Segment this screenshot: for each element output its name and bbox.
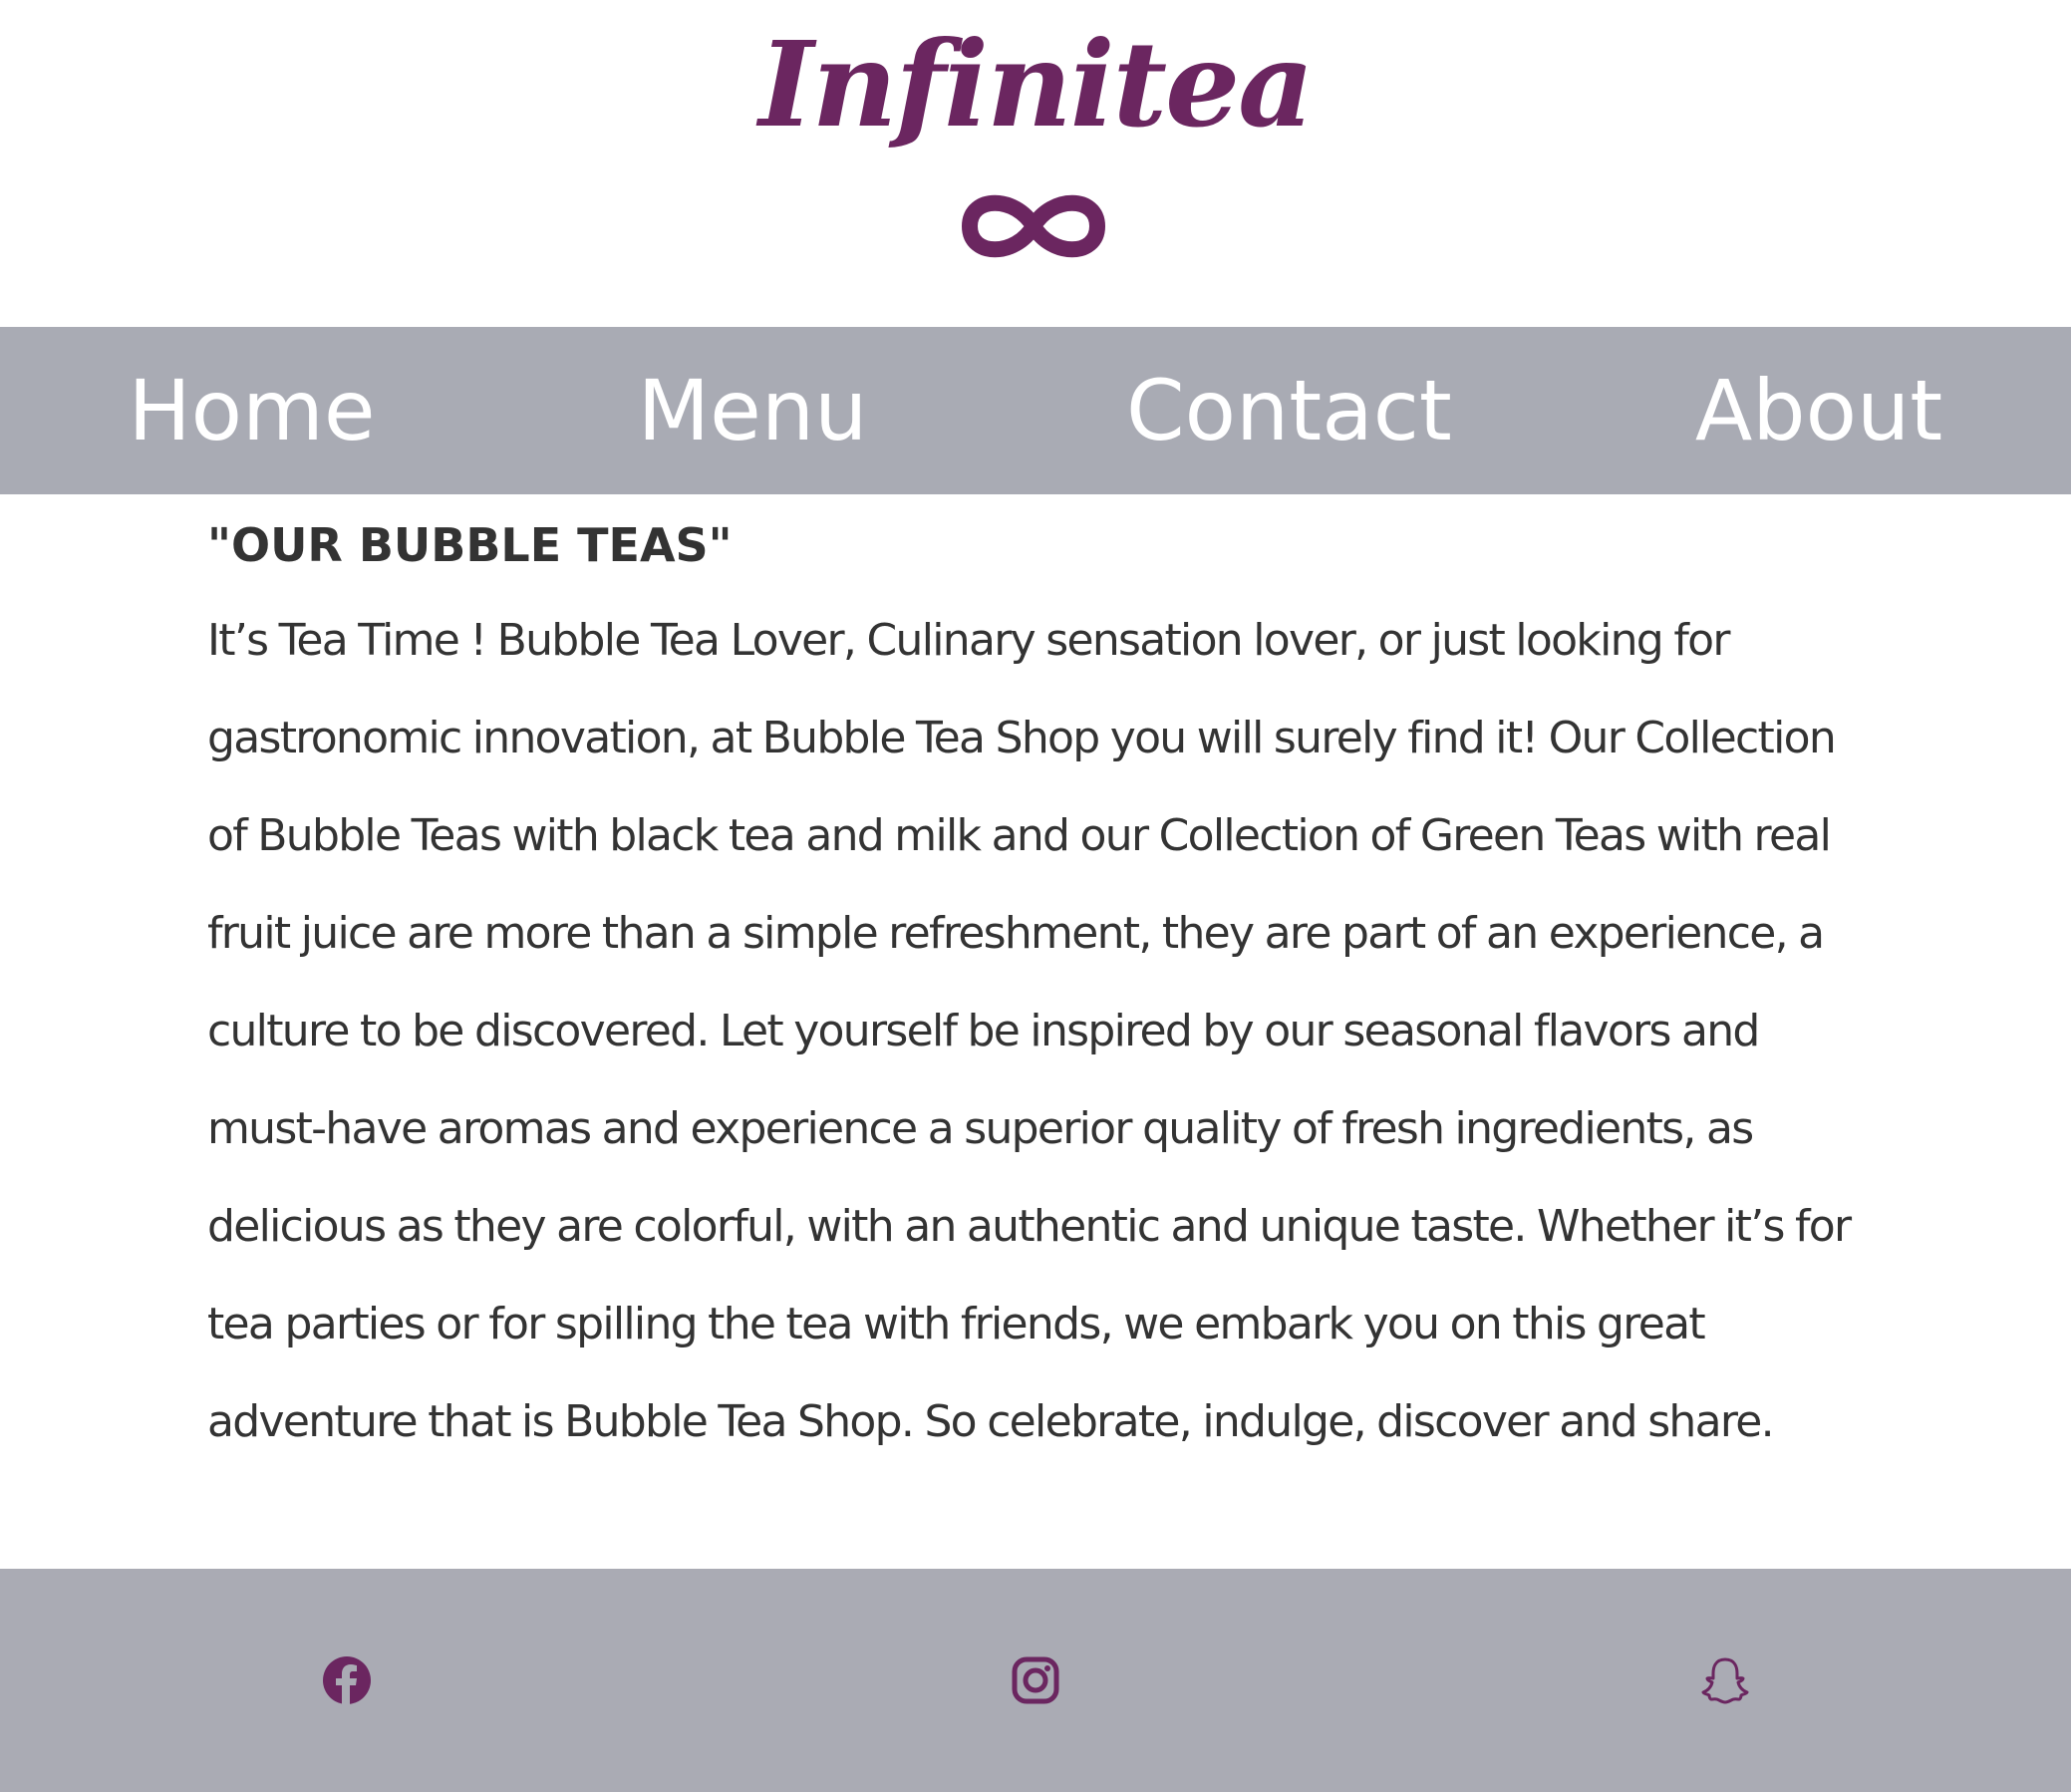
instagram-link[interactable]	[1010, 1654, 1061, 1706]
nav-contact[interactable]: Contact	[1126, 327, 1452, 494]
infinity-icon	[958, 185, 1109, 267]
snapchat-icon	[1699, 1654, 1751, 1706]
facebook-icon	[321, 1654, 373, 1706]
snapchat-link[interactable]	[1699, 1654, 1751, 1706]
instagram-icon	[1010, 1654, 1061, 1706]
site-logo[interactable]: Infinitea	[0, 0, 2071, 169]
nav-menu[interactable]: Menu	[628, 327, 877, 494]
section-title: "OUR BUBBLE TEAS"	[207, 518, 733, 572]
site-header: Infinitea	[0, 0, 2071, 327]
section-body: It’s Tea Time ! Bubble Tea Lover, Culina…	[207, 615, 1852, 1447]
main-nav: Home Menu Contact About	[0, 327, 2071, 494]
nav-about[interactable]: About	[1689, 327, 1948, 494]
main-content: "OUR BUBBLE TEAS" It’s Tea Time ! Bubble…	[207, 506, 1882, 1471]
nav-home[interactable]: Home	[120, 327, 384, 494]
facebook-link[interactable]	[321, 1654, 373, 1706]
